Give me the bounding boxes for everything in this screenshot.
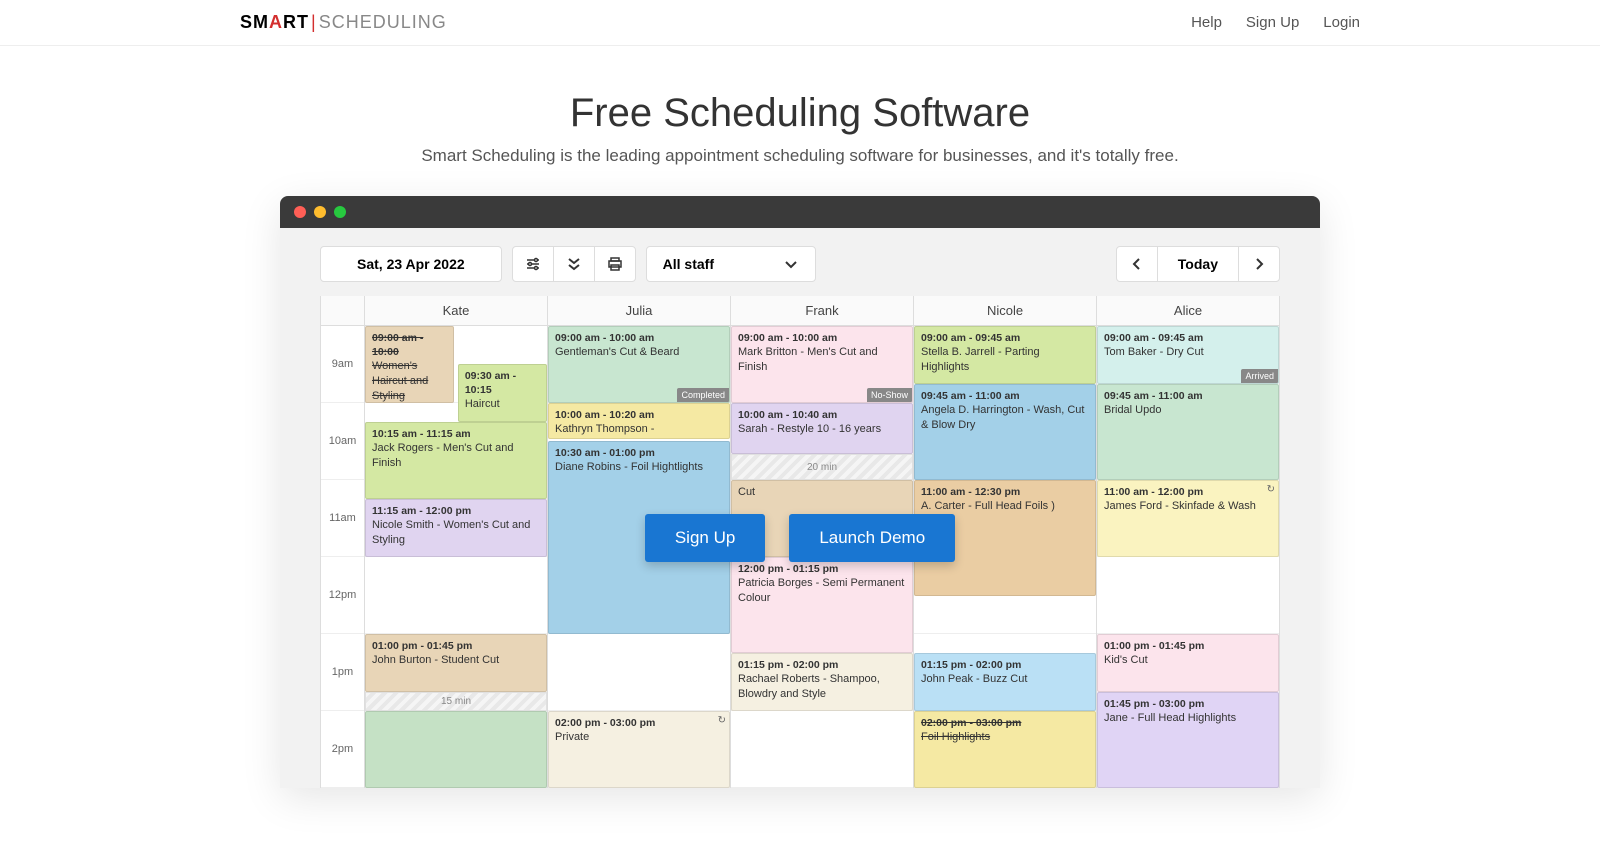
cta-demo-button[interactable]: Launch Demo [789, 514, 955, 562]
appointment[interactable]: 01:00 pm - 01:45 pmKid's Cut [1097, 634, 1279, 692]
chevron-down-icon [783, 256, 799, 272]
next-button[interactable] [1238, 246, 1280, 282]
gap-indicator: 20 min [731, 454, 913, 480]
window-max-icon [334, 206, 346, 218]
window-min-icon [314, 206, 326, 218]
browser-mockup: Sat, 23 Apr 2022 All staff Today Sign Up… [280, 196, 1320, 788]
status-badge: No-Show [867, 388, 912, 402]
appointment[interactable]: 10:00 am - 10:40 amSarah - Restyle 10 - … [731, 403, 913, 454]
appointment[interactable]: 09:45 am - 11:00 amBridal Updo [1097, 384, 1279, 480]
appointment[interactable]: 09:00 am - 09:45 amStella B. Jarrell - P… [914, 326, 1096, 384]
status-badge: Arrived [1241, 369, 1278, 383]
staff-select[interactable]: All staff [646, 246, 816, 282]
staff-header: Kate [365, 296, 547, 326]
calendar-toolbar: Sat, 23 Apr 2022 All staff Today [280, 228, 1320, 296]
date-picker-button[interactable]: Sat, 23 Apr 2022 [320, 246, 502, 282]
hero: Free Scheduling Software Smart Schedulin… [0, 46, 1600, 196]
time-label: 9am [321, 326, 364, 403]
chevron-left-icon [1129, 256, 1145, 272]
double-chevron-down-icon [566, 256, 582, 272]
print-button[interactable] [594, 246, 636, 282]
window-close-icon [294, 206, 306, 218]
nav-signup[interactable]: Sign Up [1246, 14, 1299, 31]
cta-overlay: Sign Up Launch Demo [320, 514, 1280, 562]
appointment[interactable]: 01:15 pm - 02:00 pmJohn Peak - Buzz Cut [914, 653, 1096, 711]
appointment[interactable]: 12:00 pm - 01:15 pmPatricia Borges - Sem… [731, 557, 913, 653]
top-nav: SMART|SCHEDULING Help Sign Up Login [0, 0, 1600, 46]
appointment[interactable]: 09:00 am - 10:00Women's Haircut and Styl… [365, 326, 454, 403]
recurring-icon: ↻ [718, 714, 726, 728]
gap-indicator: 15 min [365, 692, 547, 711]
appointment[interactable]: 09:00 am - 10:00 amMark Britton - Men's … [731, 326, 913, 403]
appointment[interactable]: 09:00 am - 09:45 amTom Baker - Dry CutAr… [1097, 326, 1279, 384]
appointment[interactable]: 09:00 am - 10:00 amGentleman's Cut & Bea… [548, 326, 730, 403]
appointment[interactable]: 09:45 am - 11:00 amAngela D. Harrington … [914, 384, 1096, 480]
time-label: 2pm [321, 711, 364, 788]
browser-titlebar [280, 196, 1320, 228]
appointment[interactable]: 01:45 pm - 03:00 pmJane - Full Head High… [1097, 692, 1279, 788]
appointment[interactable]: 10:15 am - 11:15 amJack Rogers - Men's C… [365, 422, 547, 499]
staff-header: Alice [1097, 296, 1279, 326]
staff-header: Julia [548, 296, 730, 326]
time-label: 1pm [321, 634, 364, 711]
appointment[interactable] [365, 711, 547, 788]
today-button[interactable]: Today [1157, 246, 1239, 282]
toolbar-button-group [512, 246, 636, 282]
appointment[interactable]: 02:00 pm - 03:00 pmFoil Highlights [914, 711, 1096, 788]
chevron-right-icon [1251, 256, 1267, 272]
calendar-wrap: Sign Up Launch Demo 9am 10am 11am 12pm 1… [320, 296, 1280, 788]
nav-links: Help Sign Up Login [1191, 14, 1360, 31]
appointment[interactable]: 10:00 am - 10:20 amKathryn Thompson - [548, 403, 730, 439]
recurring-icon: ↻ [1267, 483, 1275, 497]
time-label: 10am [321, 403, 364, 480]
nav-help[interactable]: Help [1191, 14, 1222, 31]
hero-subtitle: Smart Scheduling is the leading appointm… [0, 146, 1600, 166]
expand-button[interactable] [553, 246, 595, 282]
nav-login[interactable]: Login [1323, 14, 1360, 31]
appointment[interactable]: 09:30 am - 10:15Haircut [458, 364, 547, 422]
prev-button[interactable] [1116, 246, 1158, 282]
staff-select-label: All staff [663, 256, 714, 272]
staff-header: Frank [731, 296, 913, 326]
appointment[interactable]: 01:00 pm - 01:45 pmJohn Burton - Student… [365, 634, 547, 692]
hero-title: Free Scheduling Software [0, 91, 1600, 136]
filter-button[interactable] [512, 246, 554, 282]
cta-signup-button[interactable]: Sign Up [645, 514, 765, 562]
status-badge: Completed [677, 388, 729, 402]
staff-header: Nicole [914, 296, 1096, 326]
appointment[interactable]: 01:15 pm - 02:00 pmRachael Roberts - Sha… [731, 653, 913, 711]
logo[interactable]: SMART|SCHEDULING [240, 12, 447, 33]
appointment[interactable]: ↻02:00 pm - 03:00 pmPrivate [548, 711, 730, 788]
print-icon [607, 256, 623, 272]
sliders-icon [525, 256, 541, 272]
time-label: 12pm [321, 557, 364, 634]
